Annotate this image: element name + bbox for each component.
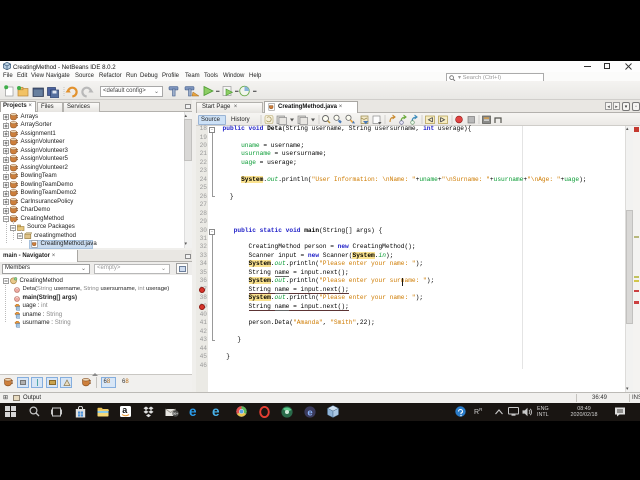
svg-text:99+: 99+ — [173, 412, 179, 416]
svg-text:e: e — [307, 407, 312, 418]
